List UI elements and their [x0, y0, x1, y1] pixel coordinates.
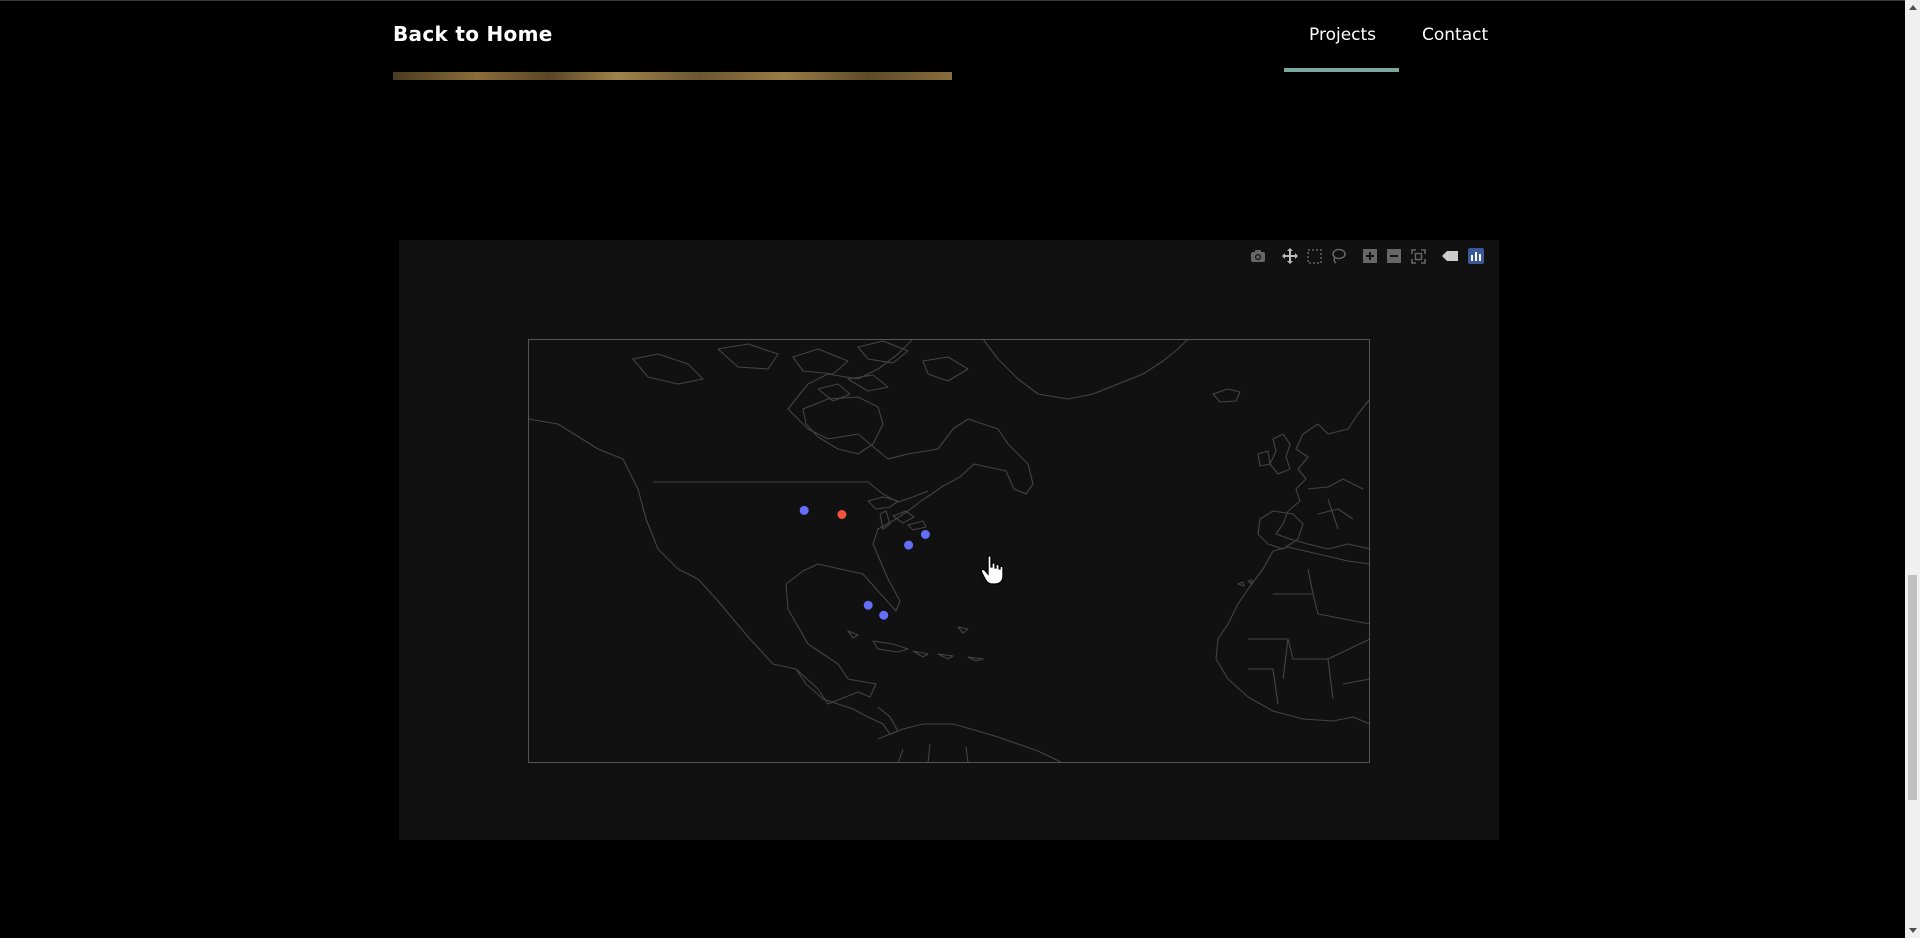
active-nav-indicator [1284, 68, 1399, 72]
hudson-bay [802, 396, 884, 455]
central-america [795, 668, 899, 735]
map-marker-1[interactable] [799, 505, 809, 515]
british-isles [1257, 433, 1291, 475]
europe-borders [1307, 478, 1364, 530]
lasso-icon[interactable] [1328, 246, 1348, 266]
africa-borders [1248, 568, 1370, 705]
map-marker-3[interactable] [904, 540, 914, 550]
hand-cursor-icon [980, 555, 1006, 589]
top-border [0, 0, 1905, 1]
zoom-in-icon[interactable] [1360, 246, 1380, 266]
canary-islands [1237, 579, 1253, 587]
us-canada-border [653, 481, 929, 503]
scroll-down-icon[interactable] [1905, 923, 1920, 938]
great-lakes [867, 496, 927, 531]
hero-image-strip [393, 72, 952, 80]
zoom-out-icon[interactable] [1384, 246, 1404, 266]
map-frame [528, 339, 1370, 763]
plotly-logo-icon[interactable] [1466, 246, 1486, 266]
greenland [982, 339, 1189, 400]
back-to-home-link[interactable]: Back to Home [393, 22, 553, 46]
north-america-coast [528, 339, 1034, 705]
camera-icon[interactable] [1248, 246, 1268, 266]
south-america-coast [877, 723, 1064, 763]
hover-label-icon[interactable] [1440, 246, 1460, 266]
geo-map[interactable] [528, 339, 1370, 763]
pan-icon[interactable] [1280, 246, 1300, 266]
marker-layer [799, 505, 930, 620]
scrollbar-thumb[interactable] [1908, 575, 1917, 800]
africa-coast [1215, 546, 1370, 725]
iceland [1212, 388, 1241, 403]
map-marker-6[interactable] [879, 610, 889, 620]
nav-contact-link[interactable]: Contact [1422, 25, 1488, 45]
coastlines [528, 339, 1370, 763]
caribbean-islands [847, 626, 984, 662]
arctic-islands [632, 340, 969, 402]
box-select-icon[interactable] [1304, 246, 1324, 266]
autoscale-icon[interactable] [1408, 246, 1428, 266]
map-marker-4[interactable] [920, 530, 930, 539]
map-marker-2[interactable] [837, 510, 847, 519]
nav-projects-link[interactable]: Projects [1309, 25, 1376, 45]
europe-coast [1275, 398, 1370, 550]
page-scrollbar[interactable] [1905, 0, 1920, 938]
map-marker-5[interactable] [863, 600, 873, 610]
scroll-up-icon[interactable] [1905, 0, 1920, 15]
iberia [1257, 510, 1304, 550]
